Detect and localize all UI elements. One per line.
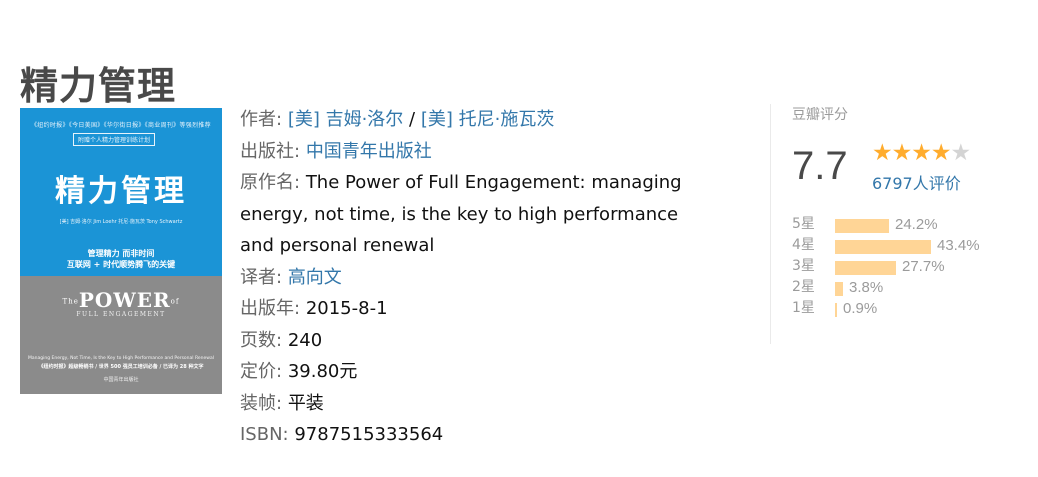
cover-blurb-en: Managing Energy, Not Time, Is the Key to… <box>28 356 214 361</box>
star-empty-icon: ★ <box>950 140 972 166</box>
rating-stars-icon: ★★★★★ <box>872 140 972 166</box>
price-value: 39.80元 <box>287 361 358 382</box>
cover-publisher-logo: 中国青年出版社 <box>103 377 139 383</box>
star-filled-icon: ★ <box>930 140 952 166</box>
info-price-row: 定价: 39.80元 <box>240 356 710 388</box>
year-value: 2015-8-1 <box>305 298 388 319</box>
cover-slogan-line-2: 互联网 + 时代顺势腾飞的关键 <box>66 260 176 269</box>
cover-en-subtitle: FULL ENGAGEMENT <box>76 311 166 318</box>
cover-slogan-line-1: 管理精力 而非时间 <box>87 249 155 258</box>
binding-value: 平装 <box>287 392 324 414</box>
info-pages-row: 页数: 240 <box>240 325 710 357</box>
book-info: 作者: [美] 吉姆·洛尔 / [美] 托尼·施瓦茨 出版社: 中国青年出版社 … <box>240 104 710 451</box>
price-label: 定价: <box>240 361 283 382</box>
rating-panel: 豆瓣评分 7.7 ★★★★★ 6797人评价 5星 24.2% 4星 43.4% 3星 2… <box>792 104 1022 317</box>
rating-bar-fill <box>835 219 889 233</box>
star-filled-icon: ★ <box>891 140 913 166</box>
cover-en-title: ThePOWERof <box>20 288 222 312</box>
author-link-1[interactable]: [美] 吉姆·洛尔 <box>288 109 404 130</box>
rating-score: 7.7 <box>792 144 848 188</box>
cover-top-tag: 附赠个人精力管理训练计划 <box>73 133 156 146</box>
rating-bar-percent: 27.7% <box>902 258 945 275</box>
isbn-label: ISBN: <box>240 424 289 445</box>
year-label: 出版年: <box>240 298 301 319</box>
original-title-value: The Power of Full Engagement: managing e… <box>240 172 682 256</box>
rating-label: 豆瓣评分 <box>792 107 848 123</box>
book-cover-image[interactable]: 《纽约时报》《今日美国》《华尔街日报》《商业周刊》等强烈推荐 附赠个人精力管理训… <box>20 108 222 394</box>
cover-cn-title: 精力管理 <box>55 174 187 209</box>
cover-slogan: 管理精力 而非时间 互联网 + 时代顺势腾飞的关键 <box>20 248 222 270</box>
info-original-title-row: 原作名: The Power of Full Engagement: manag… <box>240 167 710 262</box>
cover-blurb-cn: 《纽约时报》超级畅销书 / 世界 500 强员工培训必备 / 已译为 28 种文… <box>38 364 204 370</box>
rating-bar-fill <box>835 240 931 254</box>
info-year-row: 出版年: 2015-8-1 <box>240 293 710 325</box>
publisher-link[interactable]: 中国青年出版社 <box>306 141 432 162</box>
rating-bar-percent: 24.2% <box>895 216 938 233</box>
rating-bar-percent: 0.9% <box>843 300 878 317</box>
cover-en-of: of <box>170 297 180 306</box>
rating-bar-fill <box>835 303 837 317</box>
rating-bar-row: 5星 24.2% <box>792 214 1022 235</box>
rating-bar-row: 2星 3.8% <box>792 277 1022 298</box>
binding-label: 装帧: <box>240 392 283 414</box>
cover-authors: [美] 吉姆·洛尔 Jim Loehr 托尼·施瓦茨 Tony Schwartz <box>59 219 183 225</box>
rating-bar-fill <box>835 282 843 296</box>
star-filled-icon: ★ <box>872 140 893 166</box>
publisher-label: 出版社: <box>240 140 301 162</box>
pages-label: 页数: <box>240 329 283 351</box>
translator-label: 译者: <box>240 266 283 288</box>
cover-top-line: 《纽约时报》《今日美国》《华尔街日报》《商业周刊》等强烈推荐 <box>30 122 211 129</box>
info-translator-row: 译者: 高向文 <box>240 262 710 294</box>
isbn-value: 9787515333564 <box>294 424 444 445</box>
star-filled-icon: ★ <box>911 140 932 166</box>
author-link-2[interactable]: [美] 托尼·施瓦茨 <box>421 109 555 130</box>
author-separator: / <box>403 109 421 130</box>
info-publisher-row: 出版社: 中国青年出版社 <box>240 136 710 168</box>
rating-votes-link[interactable]: 6797人评价 <box>872 170 961 194</box>
rating-bar-percent: 43.4% <box>937 237 980 254</box>
translator-link[interactable]: 高向文 <box>288 267 342 288</box>
cover-en-power: POWER <box>78 288 171 312</box>
cover-en-the: The <box>62 297 79 306</box>
info-rating-divider <box>770 104 771 344</box>
rating-bar-label: 4星 <box>792 237 815 253</box>
rating-bar-label: 2星 <box>792 279 815 295</box>
rating-bar-row: 3星 27.7% <box>792 256 1022 277</box>
rating-breakdown: 5星 24.2% 4星 43.4% 3星 27.7% 2星 3.8% 1星 0.9% <box>792 214 1022 319</box>
rating-bar-row: 1星 0.9% <box>792 298 1022 319</box>
rating-bar-label: 3星 <box>792 258 815 274</box>
rating-bar-label: 1星 <box>792 300 815 316</box>
rating-bar-row: 4星 43.4% <box>792 235 1022 256</box>
info-isbn-row: ISBN: 9787515333564 <box>240 419 710 451</box>
rating-bar-fill <box>835 261 896 275</box>
info-binding-row: 装帧: 平装 <box>240 388 710 420</box>
pages-value: 240 <box>287 329 323 351</box>
book-title: 精力管理 <box>20 64 177 109</box>
info-author-row: 作者: [美] 吉姆·洛尔 / [美] 托尼·施瓦茨 <box>240 104 710 136</box>
author-label: 作者: <box>240 109 283 130</box>
original-title-label: 原作名: <box>240 172 301 193</box>
rating-bar-percent: 3.8% <box>849 279 884 296</box>
rating-bar-label: 5星 <box>792 216 815 232</box>
